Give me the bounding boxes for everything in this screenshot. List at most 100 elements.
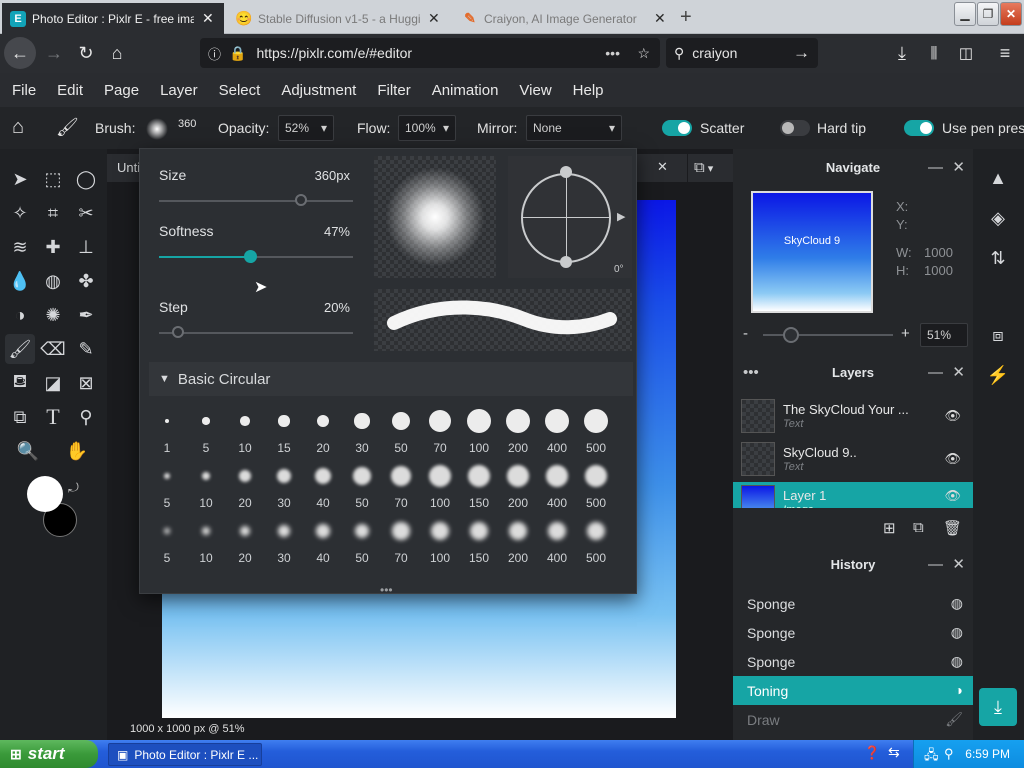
- zoom-slider-knob[interactable]: [783, 327, 799, 343]
- eraser-icon[interactable]: ⌫: [38, 334, 68, 364]
- sharpen-icon[interactable]: ✺: [38, 300, 68, 330]
- brush-preset[interactable]: 100: [421, 464, 459, 510]
- history-item[interactable]: Draw 🖌: [733, 705, 973, 734]
- window-arrange-dropdown[interactable]: ⧉ ▾: [688, 154, 733, 182]
- brush-preset[interactable]: 100: [460, 409, 498, 455]
- liquify-icon[interactable]: ≋: [5, 232, 35, 262]
- expand-icon[interactable]: ⧈: [983, 320, 1013, 350]
- brush-preset[interactable]: 400: [538, 464, 576, 510]
- browser-tab-pixlr[interactable]: E Photo Editor : Pixlr E - free image ✕: [2, 3, 224, 34]
- document-close-icon[interactable]: ✕: [657, 159, 668, 175]
- layer-row[interactable]: SkyCloud 9.. Text 👁: [733, 439, 973, 479]
- help-icon[interactable]: ❓: [864, 745, 880, 761]
- start-button[interactable]: ⊞ start: [0, 740, 98, 768]
- forward-arrow-icon[interactable]: →: [38, 37, 70, 69]
- brush-preset[interactable]: 50: [343, 464, 381, 510]
- info-icon[interactable]: ⓘ: [208, 44, 221, 63]
- size-slider-track[interactable]: [159, 200, 353, 202]
- brush-preset[interactable]: 40: [304, 464, 342, 510]
- zoom-in-button[interactable]: +: [901, 325, 910, 342]
- brush-preset[interactable]: 200: [499, 409, 537, 455]
- menu-filter[interactable]: Filter: [377, 82, 410, 99]
- arrange-tool-icon[interactable]: ➤: [5, 164, 35, 194]
- eye-icon[interactable]: 👁: [944, 451, 961, 467]
- foreground-color-swatch[interactable]: [27, 476, 63, 512]
- brush-preset[interactable]: 400: [538, 409, 576, 455]
- history-item[interactable]: Sponge ◍: [733, 618, 973, 647]
- brush-preset[interactable]: 150: [460, 519, 498, 565]
- page-actions-icon[interactable]: •••: [605, 45, 620, 61]
- restore-icon[interactable]: ❐: [977, 2, 999, 26]
- tray-network-icon[interactable]: 🖧: [924, 746, 939, 768]
- heal-icon[interactable]: ✚: [38, 232, 68, 262]
- panel-close-icon[interactable]: ✕: [952, 158, 965, 176]
- gradient-icon[interactable]: ◪: [38, 368, 68, 398]
- hard-tip-toggle[interactable]: [780, 120, 810, 136]
- brush-preset[interactable]: 200: [499, 464, 537, 510]
- window-close-icon[interactable]: ✕: [1000, 2, 1022, 26]
- duplicate-layer-icon[interactable]: ⧉: [913, 519, 924, 536]
- color-brush-icon[interactable]: ✎: [71, 334, 101, 364]
- brush-preset[interactable]: 500: [577, 519, 615, 565]
- menu-help[interactable]: Help: [573, 82, 604, 99]
- brush-preset[interactable]: 20: [304, 409, 342, 455]
- brush-preset[interactable]: 5: [187, 409, 225, 455]
- softness-slider-knob[interactable]: [244, 250, 258, 263]
- preset-group-header[interactable]: ▼ Basic Circular: [149, 362, 633, 396]
- menu-page[interactable]: Page: [104, 82, 139, 99]
- save-download-button[interactable]: ⤓: [979, 688, 1017, 726]
- browser-tab-craiyon[interactable]: ✎ Craiyon, AI Image Generator ✕: [454, 3, 676, 34]
- resize-handle-icon[interactable]: •••: [380, 583, 393, 597]
- browser-tab-stable-diffusion[interactable]: 😊 Stable Diffusion v1-5 - a Hugging ✕: [228, 3, 450, 34]
- brush-preset[interactable]: 20: [226, 519, 264, 565]
- tray-search-icon[interactable]: ⚲: [944, 746, 954, 762]
- brush-icon[interactable]: 🖌: [5, 334, 35, 364]
- scatter-toggle[interactable]: [662, 120, 692, 136]
- text-tool-icon[interactable]: T: [38, 402, 68, 432]
- adjust-sliders-icon[interactable]: ⇅: [983, 243, 1013, 273]
- image-placeholder-icon[interactable]: ⊠: [71, 368, 101, 398]
- back-arrow-icon[interactable]: ←: [4, 37, 36, 69]
- panel-minimize-icon[interactable]: —: [928, 364, 943, 381]
- fill-bucket-icon[interactable]: ⛾: [5, 368, 35, 398]
- crop-icon[interactable]: ⌗: [38, 198, 68, 228]
- sponge-icon[interactable]: ◍: [38, 266, 68, 296]
- bookmark-star-icon[interactable]: ☆: [637, 45, 650, 62]
- trash-icon[interactable]: 🗑: [943, 519, 962, 537]
- add-layer-icon[interactable]: ⊞: [883, 519, 896, 537]
- brush-preset[interactable]: 150: [460, 464, 498, 510]
- zoom-magnifier-icon[interactable]: 🔍: [13, 436, 43, 466]
- brush-preset[interactable]: 15: [265, 409, 303, 455]
- search-go-arrow-icon[interactable]: →: [793, 43, 810, 63]
- flow-dropdown[interactable]: 100% ▾: [398, 115, 456, 141]
- brush-preset[interactable]: 50: [382, 409, 420, 455]
- reload-icon[interactable]: ↻: [70, 37, 102, 69]
- layer-row-selected[interactable]: Layer 1 Image 👁: [733, 482, 973, 508]
- zoom-out-button[interactable]: -: [743, 325, 748, 342]
- tab-close-icon[interactable]: ✕: [654, 10, 666, 27]
- marquee-select-icon[interactable]: ⬚: [38, 164, 68, 194]
- shape-icon[interactable]: ⧉: [5, 402, 35, 432]
- home-icon[interactable]: ⌂: [12, 116, 24, 139]
- layers-stack-icon[interactable]: ◈: [983, 203, 1013, 233]
- angle-handle-top[interactable]: [560, 166, 572, 178]
- brush-preset[interactable]: 10: [187, 519, 225, 565]
- brush-preset[interactable]: 40: [304, 519, 342, 565]
- tab-close-icon[interactable]: ✕: [202, 10, 214, 27]
- search-bar[interactable]: ⚲ craiyon →: [666, 38, 818, 68]
- mirror-dropdown[interactable]: None ▾: [526, 115, 622, 141]
- cutout-scissors-icon[interactable]: ✂: [71, 198, 101, 228]
- history-item[interactable]: Sponge ◍: [733, 647, 973, 676]
- navigate-triangle-icon[interactable]: ▲: [983, 163, 1013, 193]
- chevron-right-icon[interactable]: ▶: [617, 210, 625, 223]
- tab-close-icon[interactable]: ✕: [428, 10, 440, 27]
- menu-select[interactable]: Select: [219, 82, 261, 99]
- eye-icon[interactable]: 👁: [944, 488, 961, 504]
- step-slider-track[interactable]: [159, 332, 353, 334]
- hand-pan-icon[interactable]: ✋: [62, 436, 92, 466]
- brush-preset[interactable]: 400: [538, 519, 576, 565]
- layers-menu-icon[interactable]: •••: [743, 364, 759, 381]
- pen-draw-icon[interactable]: ✒: [71, 300, 101, 330]
- magic-wand-icon[interactable]: ✧: [5, 198, 35, 228]
- lightning-icon[interactable]: ⚡: [983, 360, 1013, 390]
